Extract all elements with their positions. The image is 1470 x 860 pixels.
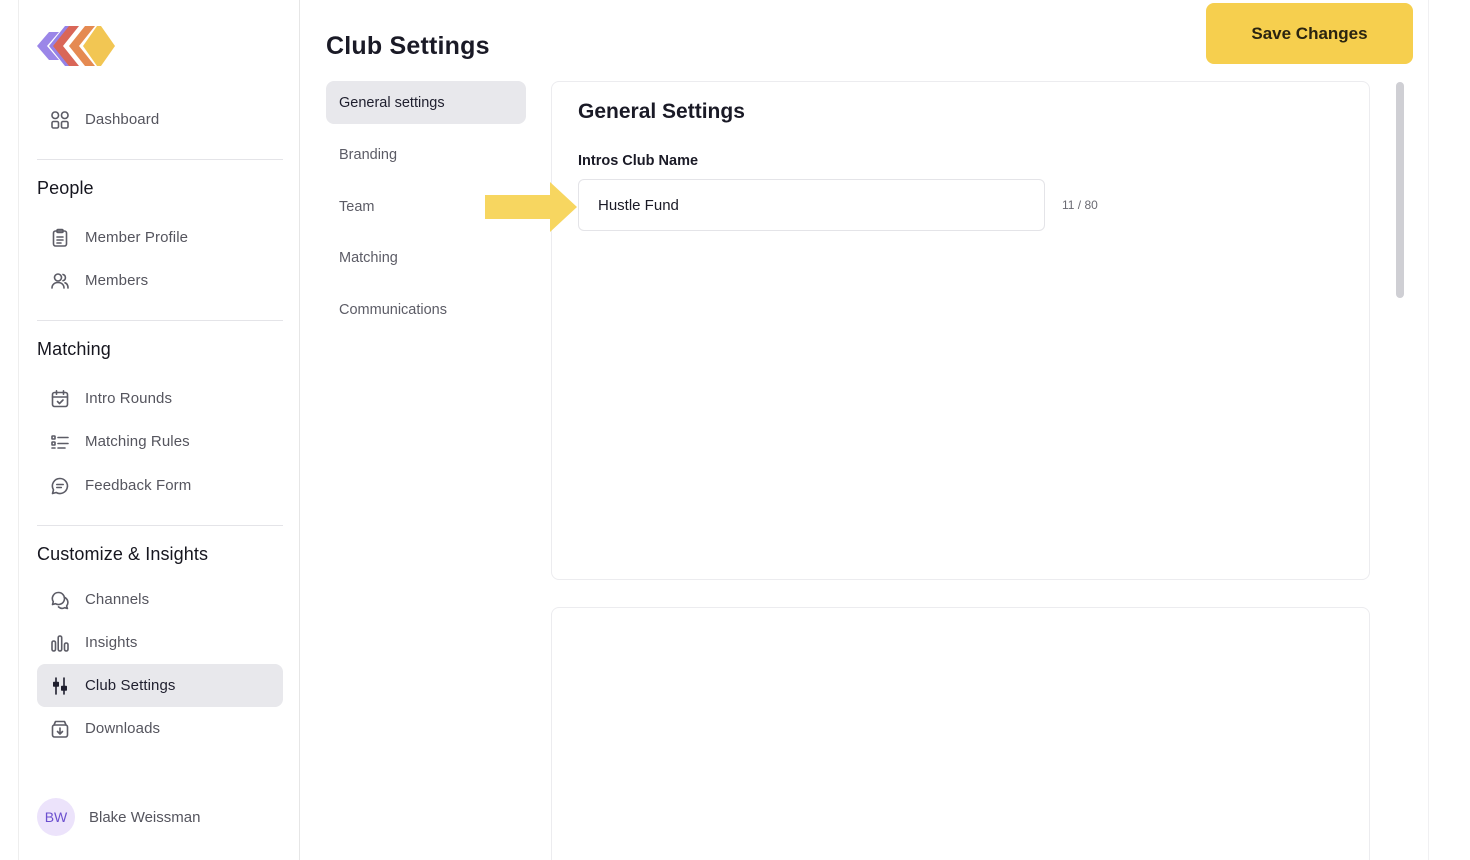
card-title: General Settings <box>578 100 745 123</box>
grid-icon <box>49 109 71 131</box>
settings-card-secondary <box>551 607 1370 860</box>
sidebar-item-label: Members <box>85 272 149 289</box>
sidebar-item-club-settings[interactable]: Club Settings <box>37 664 283 707</box>
sidebar-item-dashboard[interactable]: Dashboard <box>37 98 283 141</box>
archive-download-icon <box>49 718 71 740</box>
sidebar-item-channels[interactable]: Channels <box>37 578 283 621</box>
sidebar-item-insights[interactable]: Insights <box>37 621 283 664</box>
divider <box>37 159 283 160</box>
user-profile[interactable]: BW Blake Weissman <box>37 798 200 836</box>
user-name: Blake Weissman <box>89 808 201 826</box>
divider <box>37 320 283 321</box>
sidebar-item-label: Member Profile <box>85 229 189 246</box>
annotation-arrow-icon <box>485 182 577 232</box>
subnav-item-general-settings[interactable]: General settings <box>326 81 526 124</box>
subnav-item-communications[interactable]: Communications <box>326 288 526 331</box>
bar-chart-icon <box>49 632 71 654</box>
app-logo[interactable] <box>35 20 115 72</box>
sidebar-item-members[interactable]: Members <box>37 259 283 302</box>
general-settings-card: General Settings Intros Club Name 11 / 8… <box>551 81 1370 580</box>
subnav-item-branding[interactable]: Branding <box>326 133 526 176</box>
scrollbar[interactable] <box>1396 82 1404 298</box>
sliders-icon <box>49 675 71 697</box>
chat-bubbles-icon <box>49 589 71 611</box>
avatar: BW <box>37 798 75 836</box>
sidebar-item-label: Club Settings <box>85 677 176 694</box>
sidebar-item-downloads[interactable]: Downloads <box>37 707 283 750</box>
subnav-item-matching[interactable]: Matching <box>326 236 526 279</box>
users-icon <box>49 270 71 292</box>
section-title-customize: Customize & Insights <box>37 544 209 564</box>
sidebar-item-feedback-form[interactable]: Feedback Form <box>37 464 283 507</box>
save-changes-button[interactable]: Save Changes <box>1206 3 1413 64</box>
sidebar-item-intro-rounds[interactable]: Intro Rounds <box>37 377 283 420</box>
club-name-label: Intros Club Name <box>578 153 699 169</box>
sidebar-item-label: Intro Rounds <box>85 390 173 407</box>
sidebar-item-label: Dashboard <box>85 111 160 128</box>
calendar-check-icon <box>49 388 71 410</box>
char-count: 11 / 80 <box>1062 198 1098 212</box>
divider <box>1428 0 1429 860</box>
section-title-matching: Matching <box>37 339 111 359</box>
chat-bubble-icon <box>49 475 71 497</box>
sidebar-item-label: Downloads <box>85 720 161 737</box>
clipboard-icon <box>49 227 71 249</box>
club-name-input[interactable] <box>578 179 1045 231</box>
section-title-people: People <box>37 178 94 198</box>
divider <box>37 525 283 526</box>
sidebar-item-matching-rules[interactable]: Matching Rules <box>37 420 283 463</box>
sidebar-item-label: Feedback Form <box>85 477 192 494</box>
list-icon <box>49 431 71 453</box>
sidebar-item-label: Insights <box>85 634 138 651</box>
sidebar-item-member-profile[interactable]: Member Profile <box>37 216 283 259</box>
sidebar: Dashboard People Member Profile Members … <box>18 0 300 860</box>
page-title: Club Settings <box>326 32 490 60</box>
sidebar-item-label: Channels <box>85 591 150 608</box>
sidebar-item-label: Matching Rules <box>85 433 190 450</box>
